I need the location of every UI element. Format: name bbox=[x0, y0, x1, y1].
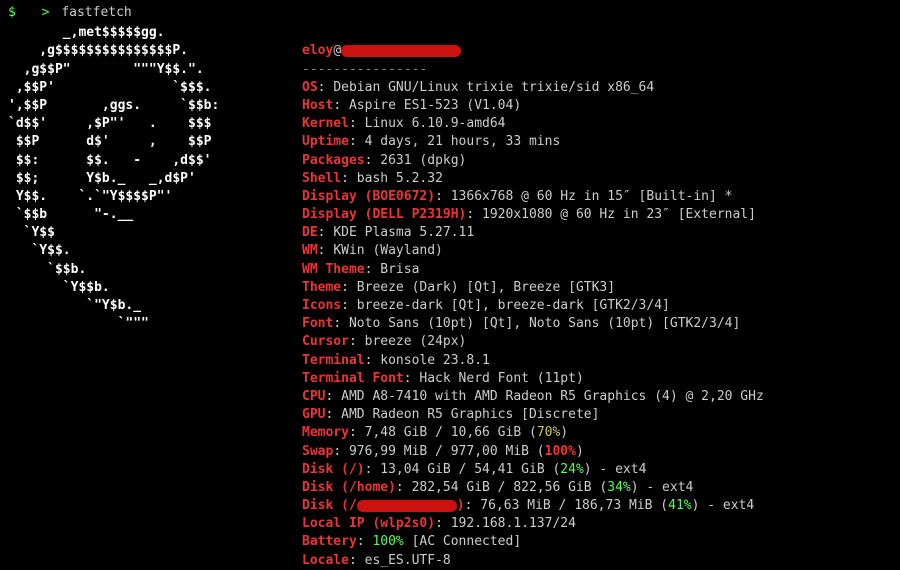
info-key: Shell bbox=[302, 171, 341, 186]
info-value: breeze (24px) bbox=[365, 334, 467, 349]
info-key: CPU bbox=[302, 389, 325, 404]
battery-post: [AC Connected] bbox=[404, 534, 521, 549]
info-key: OS bbox=[302, 80, 318, 95]
info-value: Brisa bbox=[380, 262, 419, 277]
disk-root-pct: 24% bbox=[560, 462, 583, 477]
info-value: 4 days, 21 hours, 33 mins bbox=[365, 134, 561, 149]
info-key: Icons bbox=[302, 298, 341, 313]
info-value: AMD Radeon R5 Graphics [Discrete] bbox=[341, 407, 599, 422]
prompt-gt: > bbox=[42, 5, 50, 20]
info-key: Host bbox=[302, 98, 333, 113]
disk-path-redacted bbox=[357, 500, 457, 512]
info-value: Debian GNU/Linux trixie trixie/sid x86_6… bbox=[333, 80, 654, 95]
username: eloy bbox=[302, 43, 333, 58]
info-value: KDE Plasma 5.27.11 bbox=[333, 225, 474, 240]
info-key: Display (BOE0672) bbox=[302, 189, 435, 204]
disk-redact-value: 76,63 MiB / 186,73 MiB ( bbox=[480, 498, 668, 513]
info-value: bash 5.2.32 bbox=[357, 171, 443, 186]
memory-value: 7,48 GiB / 10,66 GiB ( bbox=[365, 425, 537, 440]
info-key: DE bbox=[302, 225, 318, 240]
info-key: Terminal Font bbox=[302, 371, 404, 386]
memory-key: Memory bbox=[302, 425, 349, 440]
locale-value: es_ES.UTF-8 bbox=[365, 553, 451, 568]
at-sign: @ bbox=[333, 43, 341, 58]
disk-root-value: 13,04 GiB / 54,41 GiB ( bbox=[380, 462, 560, 477]
info-value: Aspire ES1-523 (V1.04) bbox=[349, 98, 521, 113]
header-separator: ---------------- bbox=[302, 62, 427, 77]
hostname-redacted bbox=[341, 45, 461, 57]
info-key: GPU bbox=[302, 407, 325, 422]
info-key: Packages bbox=[302, 153, 365, 168]
memory-pct: 70% bbox=[537, 425, 560, 440]
system-info: eloy@ ---------------- OS: Debian GNU/Li… bbox=[302, 24, 764, 570]
info-value: 1366x768 @ 60 Hz in 15″ [Built-in] * bbox=[451, 189, 733, 204]
command-text: fastfetch bbox=[61, 5, 131, 20]
info-value: 1920x1080 @ 60 Hz in 23″ [External] bbox=[482, 207, 756, 222]
disk-home-value: 282,54 GiB / 822,56 GiB ( bbox=[412, 480, 608, 495]
info-key: Uptime bbox=[302, 134, 349, 149]
info-key: Cursor bbox=[302, 334, 349, 349]
distro-ascii-logo: _,met$$$$$gg. ,g$$$$$$$$$$$$$$$P. ,g$$P"… bbox=[8, 24, 278, 333]
battery-key: Battery bbox=[302, 534, 357, 549]
info-key: Terminal bbox=[302, 353, 365, 368]
info-rows: OS: Debian GNU/Linux trixie trixie/sid x… bbox=[302, 79, 764, 425]
disk-home-pct: 34% bbox=[607, 480, 630, 495]
info-value: breeze-dark [Qt], breeze-dark [GTK2/3/4] bbox=[357, 298, 670, 313]
info-value: Linux 6.10.9-amd64 bbox=[365, 116, 506, 131]
info-key: WM Theme bbox=[302, 262, 365, 277]
info-key: WM bbox=[302, 243, 318, 258]
disk-redact-key-post: ) bbox=[457, 498, 465, 513]
prompt-dollar: $ bbox=[8, 5, 16, 20]
disk-root-key: Disk (/) bbox=[302, 462, 365, 477]
info-value: AMD A8-7410 with AMD Radeon R5 Graphics … bbox=[341, 389, 764, 404]
info-value: KWin (Wayland) bbox=[333, 243, 443, 258]
disk-redact-key-pre: Disk (/ bbox=[302, 498, 357, 513]
info-key: Kernel bbox=[302, 116, 349, 131]
disk-home-key: Disk (/home) bbox=[302, 480, 396, 495]
info-value: Breeze (Dark) [Qt], Breeze [GTK3] bbox=[357, 280, 615, 295]
info-value: Hack Nerd Font (11pt) bbox=[419, 371, 583, 386]
swap-pct: 100% bbox=[545, 444, 576, 459]
info-value: konsole 23.8.1 bbox=[380, 353, 490, 368]
localip-value: 192.168.1.137/24 bbox=[451, 516, 576, 531]
info-key: Theme bbox=[302, 280, 341, 295]
disk-redact-pct: 41% bbox=[668, 498, 691, 513]
swap-key: Swap bbox=[302, 444, 333, 459]
info-value: 2631 (dpkg) bbox=[380, 153, 466, 168]
info-key: Font bbox=[302, 316, 333, 331]
command-line[interactable]: $ > fastfetch bbox=[8, 4, 892, 22]
battery-pct: 100% bbox=[372, 534, 403, 549]
fastfetch-output: _,met$$$$$gg. ,g$$$$$$$$$$$$$$$P. ,g$$P"… bbox=[8, 24, 892, 570]
locale-key: Locale bbox=[302, 553, 349, 568]
localip-key: Local IP (wlp2s0) bbox=[302, 516, 435, 531]
info-key: Display (DELL P2319H) bbox=[302, 207, 466, 222]
info-value: Noto Sans (10pt) [Qt], Noto Sans (10pt) … bbox=[349, 316, 740, 331]
swap-value: 976,99 MiB / 977,00 MiB ( bbox=[349, 444, 545, 459]
